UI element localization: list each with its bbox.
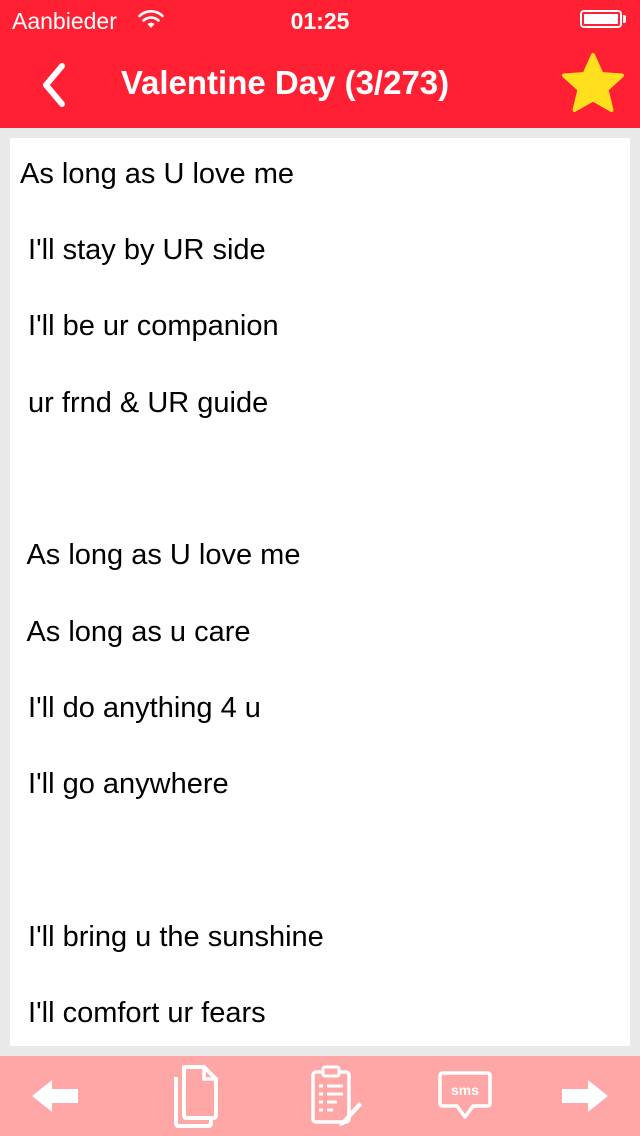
edit-note-button[interactable] [300,1056,370,1136]
message-line: I'll be ur companion [20,310,279,342]
previous-button[interactable] [20,1056,90,1136]
message-line: I'll go anywhere [20,768,229,800]
arrow-left-icon [32,1080,78,1112]
star-icon [562,53,624,112]
message-line: I'll bring u the sunshine [20,921,324,953]
message-text-view[interactable]: As long as U love me I'll stay by UR sid… [10,138,630,1046]
clock: 01:25 [290,8,350,34]
arrow-right-icon [562,1080,608,1112]
sms-button[interactable]: sms [430,1056,500,1136]
message-line: I'll stay by UR side [20,234,266,266]
battery-tip [623,15,626,23]
message-line: ur frnd & UR guide [20,387,269,419]
next-button[interactable] [550,1056,620,1136]
message-line: As long as U love me [20,539,301,571]
header-bar: Aanbieder 01:25 Valentine Day (3/273) [0,0,640,128]
nav-bar: Valentine Day (3/273) [0,40,640,128]
favorite-button[interactable] [560,52,626,116]
sms-icon-label: sms [451,1082,479,1098]
bottom-toolbar: sms [0,1056,640,1136]
battery-icon [580,10,622,28]
page-title: Valentine Day (3/273) [120,64,450,101]
copy-icon [174,1065,218,1128]
message-line: I'll comfort ur fears [20,997,266,1029]
sms-icon: sms [438,1071,492,1119]
copy-button[interactable] [160,1056,230,1136]
status-bar: Aanbieder 01:25 [0,0,640,40]
message-line: As long as U love me [20,158,295,190]
message-line: I'll do anything 4 u [20,692,261,724]
app-screen: Aanbieder 01:25 Valentine Day (3/273) As… [0,0,640,1136]
edit-note-icon [311,1065,362,1126]
message-line: As long as u care [20,616,251,648]
